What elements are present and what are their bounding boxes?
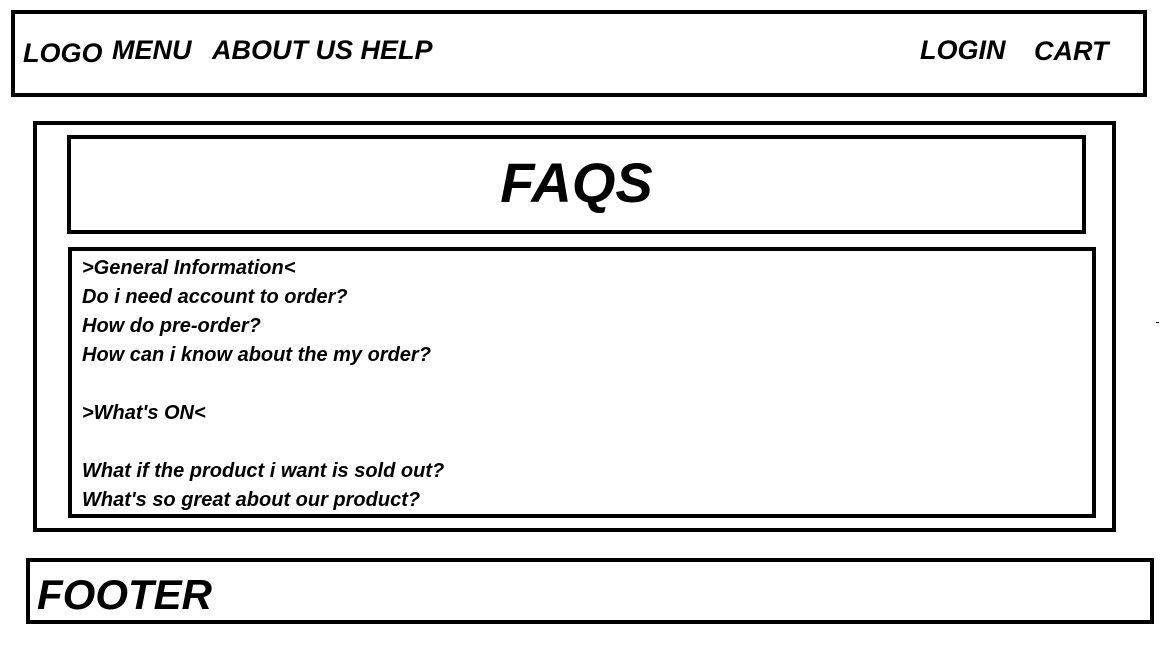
faq-panel: >General Information< Do i need account … bbox=[68, 247, 1096, 518]
nav-menu-link[interactable]: MENU bbox=[112, 37, 192, 64]
faq-spacer bbox=[82, 428, 444, 457]
faq-question[interactable]: What's so great about our product? bbox=[82, 486, 444, 515]
faq-question[interactable]: How do pre-order? bbox=[82, 312, 444, 341]
nav-login-link[interactable]: LOGIN bbox=[920, 37, 1006, 64]
faq-list: >General Information< Do i need account … bbox=[82, 254, 444, 515]
footer-label: FOOTER bbox=[37, 571, 212, 618]
title-box: FAQS bbox=[67, 135, 1086, 234]
logo[interactable]: LOGO bbox=[23, 40, 103, 67]
faq-section-heading-whats-on[interactable]: >What's ON< bbox=[82, 399, 444, 428]
site-header: LOGO MENU ABOUT US HELP LOGIN CART bbox=[11, 10, 1147, 97]
faq-question[interactable]: Do i need account to order? bbox=[82, 283, 444, 312]
nav-about-help-link[interactable]: ABOUT US HELP bbox=[212, 37, 433, 64]
faq-question[interactable]: How can i know about the my order? bbox=[82, 341, 444, 370]
site-footer: FOOTER bbox=[26, 558, 1154, 624]
main-content: FAQS >General Information< Do i need acc… bbox=[33, 121, 1116, 532]
faq-section-heading-general[interactable]: >General Information< bbox=[82, 254, 444, 283]
edge-mark bbox=[1156, 322, 1159, 323]
nav-cart-link[interactable]: CART bbox=[1034, 38, 1109, 65]
faq-question[interactable]: What if the product i want is sold out? bbox=[82, 457, 444, 486]
page-title: FAQS bbox=[500, 151, 653, 214]
faq-spacer bbox=[82, 370, 444, 399]
